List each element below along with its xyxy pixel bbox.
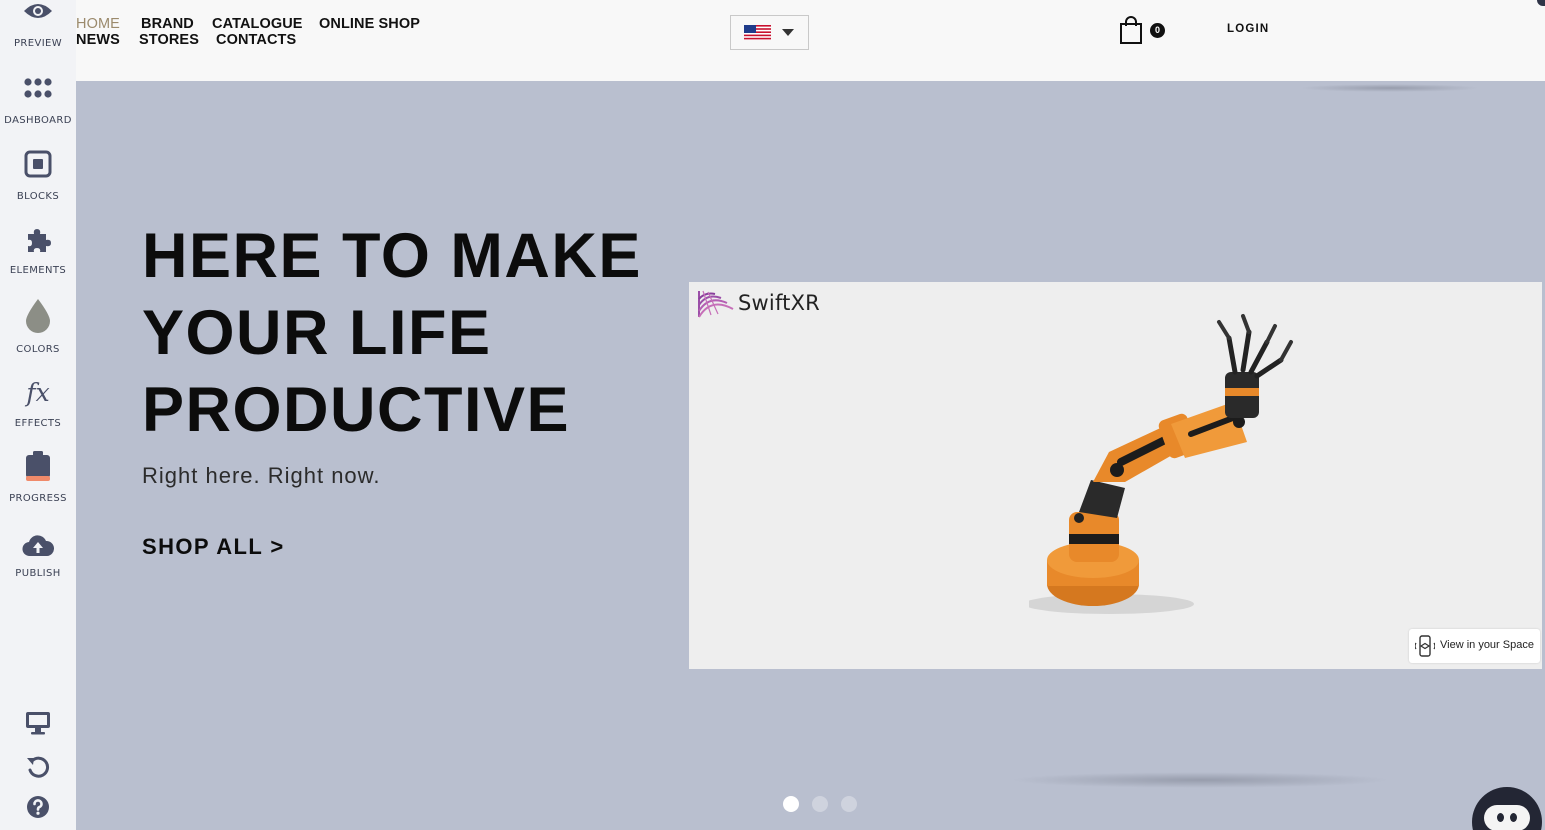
publish-button[interactable]: PUBLISH bbox=[0, 534, 76, 579]
sidebar-label: DASHBOARD bbox=[4, 115, 72, 126]
us-flag-icon bbox=[744, 25, 771, 40]
cart-button[interactable] bbox=[1119, 16, 1143, 50]
clipboard-progress-icon bbox=[26, 451, 50, 481]
sidebar-label: EFFECTS bbox=[14, 418, 62, 429]
nav-contacts[interactable]: CONTACTS bbox=[216, 32, 296, 48]
view-in-space-label: View in your Space bbox=[1440, 639, 1534, 651]
site-header: HOME NEWS BRAND STORES CATALOGUE CONTACT… bbox=[76, 0, 1545, 81]
ar-view-icon bbox=[1415, 635, 1435, 657]
hero-title-line: HERE TO MAKE bbox=[142, 221, 642, 291]
chat-bot-icon bbox=[1484, 805, 1530, 830]
undo-icon bbox=[27, 756, 50, 778]
effects-button[interactable]: fx EFFECTS bbox=[0, 378, 76, 429]
login-link[interactable]: LOGIN bbox=[1227, 23, 1269, 35]
desktop-view-button[interactable] bbox=[0, 710, 76, 736]
sidebar-label: COLORS bbox=[16, 344, 60, 355]
elements-button[interactable]: ELEMENTS bbox=[0, 226, 76, 276]
sidebar-label: BLOCKS bbox=[16, 191, 60, 202]
block-square-icon bbox=[24, 150, 52, 178]
decorative-shadow bbox=[1010, 772, 1390, 788]
preview-button[interactable]: PREVIEW bbox=[0, 0, 76, 49]
dashboard-button[interactable]: DASHBOARD bbox=[0, 76, 76, 126]
decorative-shadow bbox=[1300, 84, 1480, 92]
blocks-button[interactable]: BLOCKS bbox=[0, 150, 76, 202]
carousel-dot[interactable] bbox=[812, 796, 828, 812]
hero-title-line: PRODUCTIVE bbox=[142, 375, 571, 445]
shop-all-link[interactable]: SHOP ALL > bbox=[142, 534, 285, 560]
chevron-down-icon bbox=[782, 29, 794, 36]
dots-grid-icon bbox=[24, 78, 52, 98]
eye-icon bbox=[24, 4, 52, 18]
carousel-dot[interactable] bbox=[841, 796, 857, 812]
nav-stores[interactable]: STORES bbox=[139, 32, 199, 48]
language-selector[interactable] bbox=[730, 15, 809, 50]
shopping-bag-icon bbox=[1120, 16, 1142, 44]
help-icon bbox=[27, 796, 49, 818]
chat-widget-button[interactable] bbox=[1472, 787, 1542, 830]
hero-title-line: YOUR LIFE bbox=[142, 298, 492, 368]
desktop-icon bbox=[26, 712, 50, 735]
fx-icon: fx bbox=[26, 378, 50, 407]
chat-bot-eye bbox=[1510, 813, 1517, 822]
cart-count-badge: 0 bbox=[1150, 23, 1165, 38]
progress-button[interactable]: PROGRESS bbox=[0, 451, 76, 504]
droplet-icon bbox=[26, 299, 50, 333]
sidebar-label: ELEMENTS bbox=[9, 265, 67, 276]
nav-online-shop[interactable]: ONLINE SHOP bbox=[319, 16, 420, 32]
colors-button[interactable]: COLORS bbox=[0, 298, 76, 355]
view-in-space-button[interactable]: View in your Space bbox=[1409, 629, 1540, 663]
cloud-upload-icon bbox=[22, 535, 54, 557]
sidebar-label: PUBLISH bbox=[15, 568, 61, 579]
corner-indicator bbox=[1537, 0, 1545, 6]
robot-arm-model bbox=[1029, 314, 1293, 614]
editor-sidebar: PREVIEW DASHBOARD BLOCKS ELEMENTS COLORS… bbox=[0, 0, 76, 830]
3d-model-viewer[interactable]: SwiftXR View in your Space bbox=[689, 282, 1542, 669]
puzzle-icon bbox=[28, 229, 51, 252]
hero-subtitle: Right here. Right now. bbox=[142, 463, 381, 488]
chat-bot-eye bbox=[1497, 813, 1504, 822]
hero-title: HERE TO MAKE YOUR LIFE PRODUCTIVE bbox=[142, 218, 682, 449]
swiftxr-logo-icon bbox=[698, 290, 734, 318]
nav-catalogue[interactable]: CATALOGUE bbox=[212, 16, 303, 32]
sidebar-label: PREVIEW bbox=[13, 38, 63, 49]
nav-news[interactable]: NEWS bbox=[76, 32, 120, 48]
nav-brand[interactable]: BRAND bbox=[141, 16, 194, 32]
carousel-dot[interactable] bbox=[783, 796, 799, 812]
nav-home[interactable]: HOME bbox=[76, 16, 120, 32]
sidebar-label: PROGRESS bbox=[9, 493, 67, 504]
help-button[interactable] bbox=[0, 794, 76, 820]
viewer-brand: SwiftXR bbox=[738, 291, 820, 315]
undo-button[interactable] bbox=[0, 754, 76, 780]
